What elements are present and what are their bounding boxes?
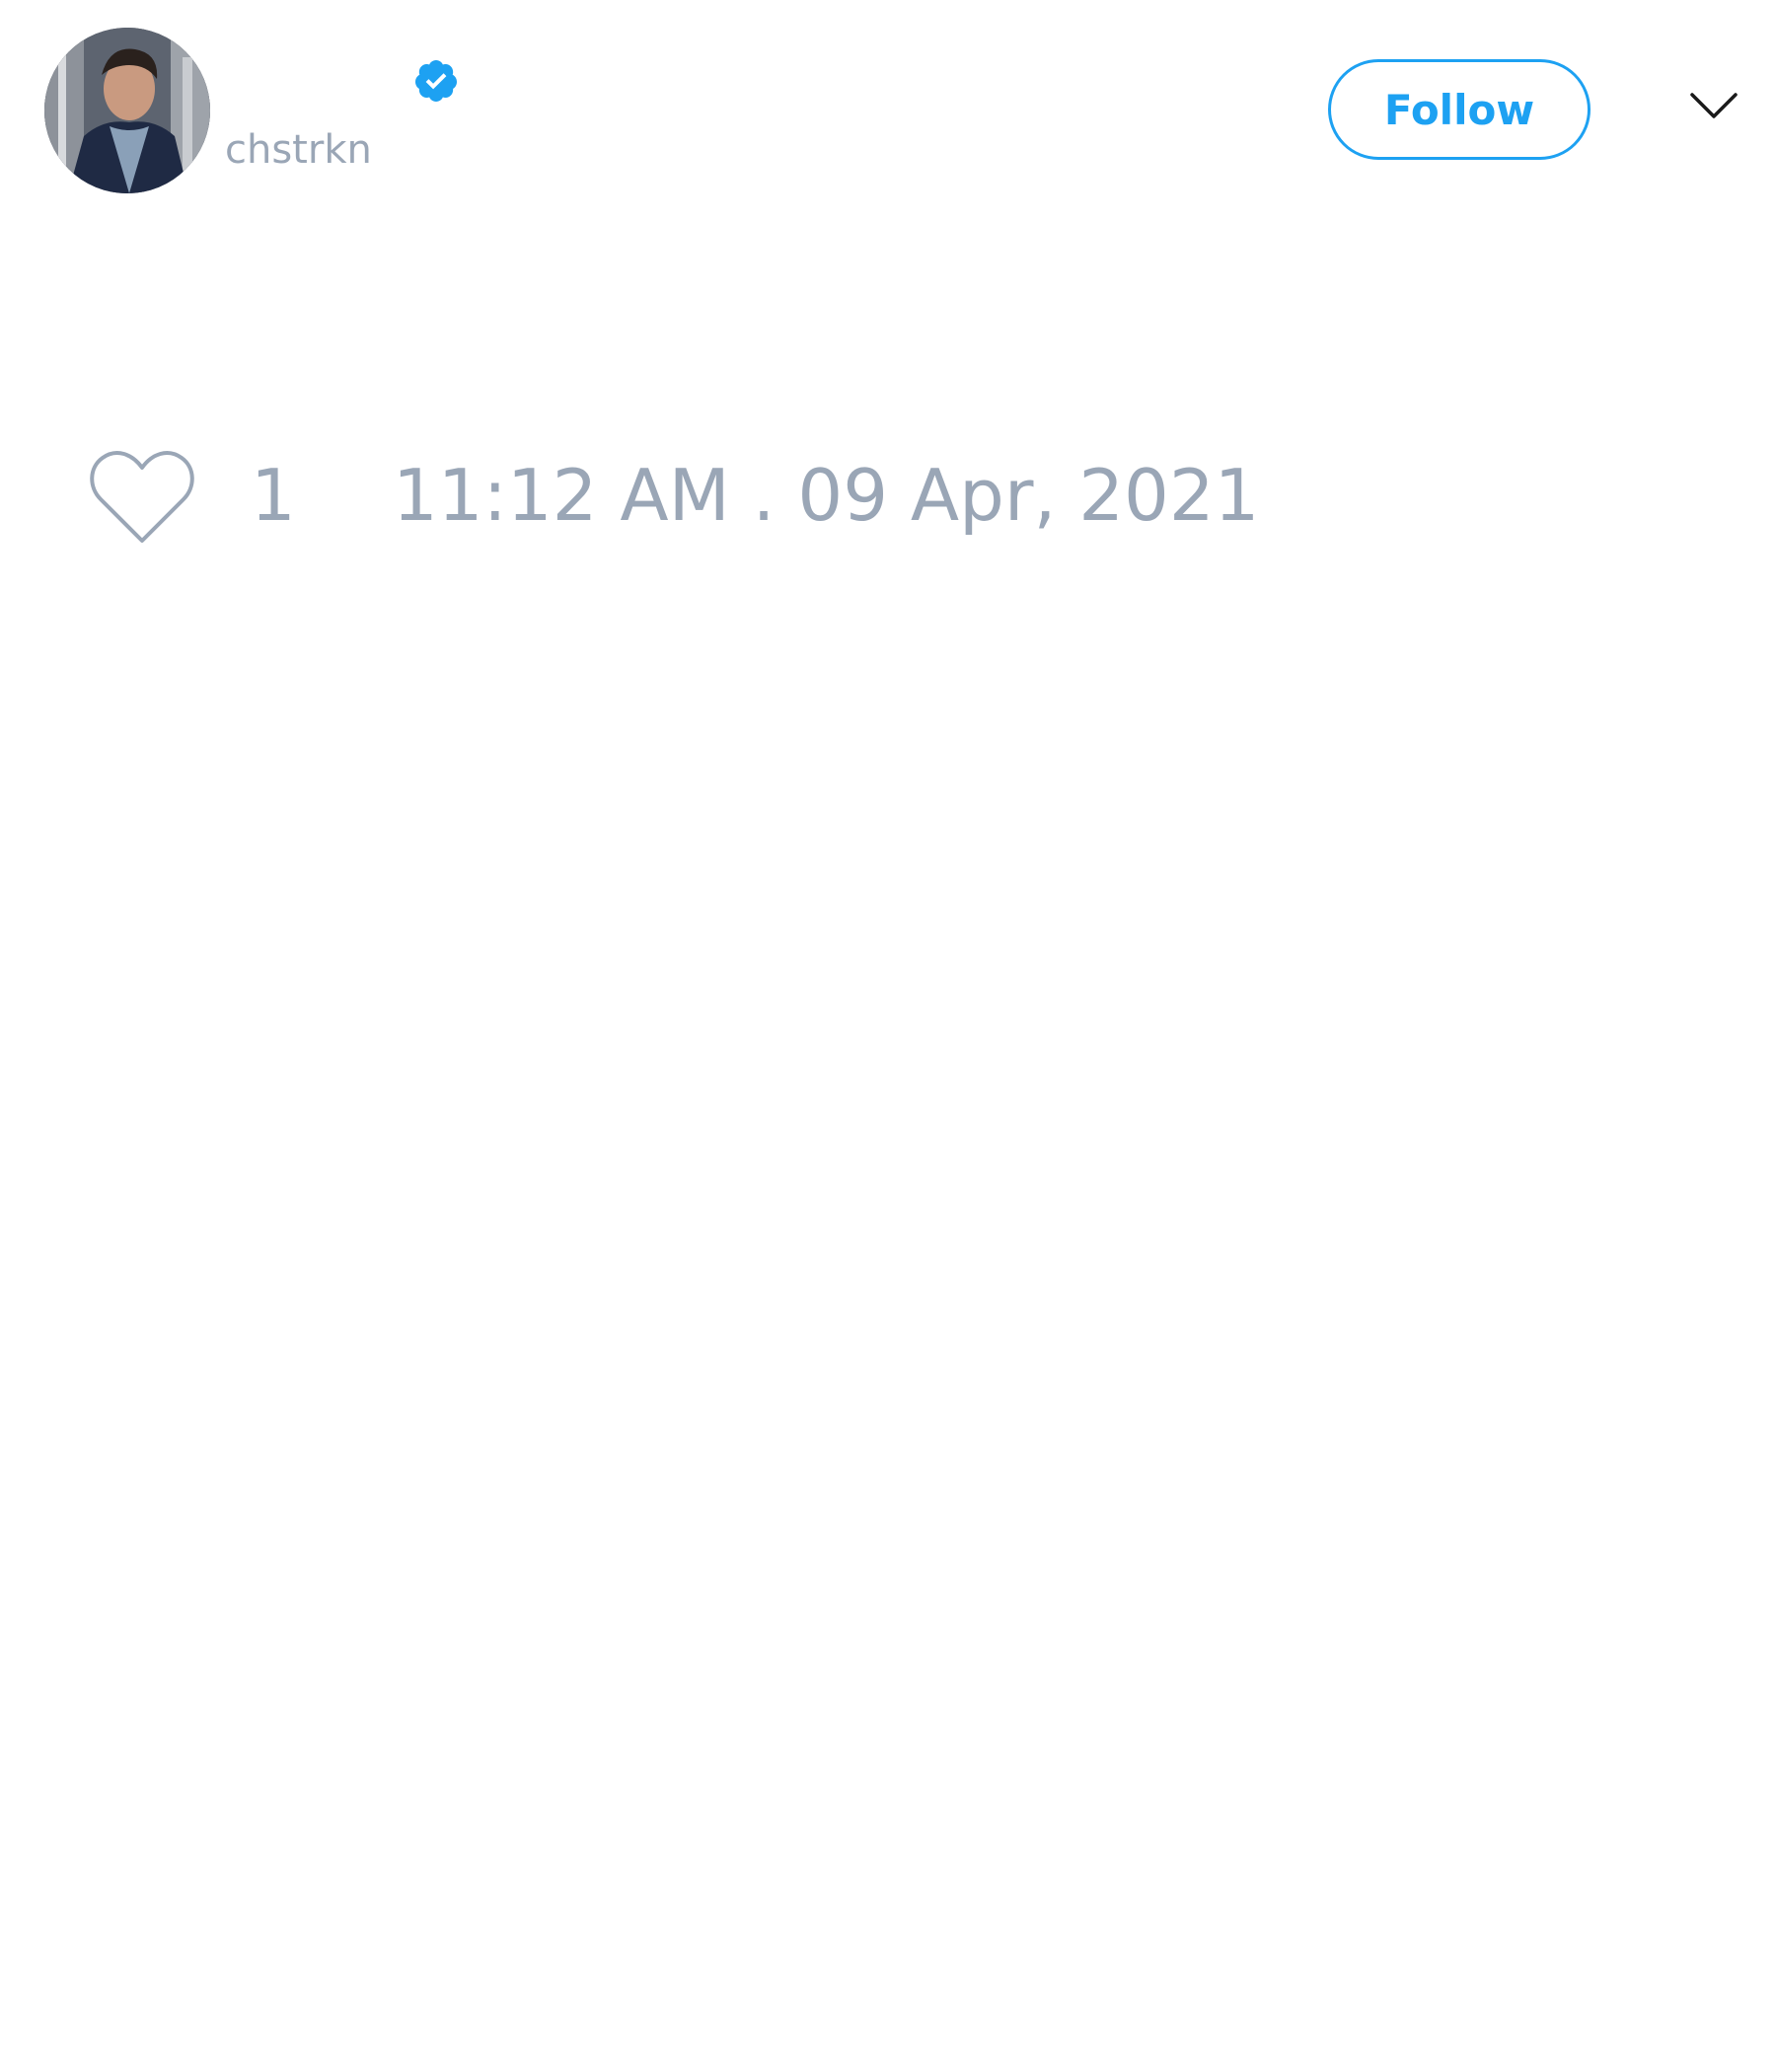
- like-count: 1: [251, 454, 296, 537]
- author-handle[interactable]: chstrkn: [225, 126, 372, 174]
- avatar[interactable]: [44, 28, 210, 193]
- tweet-timestamp[interactable]: 11:12 AM . 09 Apr, 2021: [393, 454, 1259, 537]
- chevron-down-icon[interactable]: [1689, 91, 1739, 122]
- engagement-row: 1 11:12 AM . 09 Apr, 2021: [0, 434, 1776, 553]
- verified-badge-icon: [414, 60, 457, 102]
- tweet-card: chstrkn Follow 1 11:12 AM . 09 Apr, 2021: [0, 0, 1776, 2072]
- follow-button[interactable]: Follow: [1328, 59, 1591, 160]
- avatar-photo: [44, 28, 210, 193]
- heart-icon[interactable]: [87, 448, 197, 547]
